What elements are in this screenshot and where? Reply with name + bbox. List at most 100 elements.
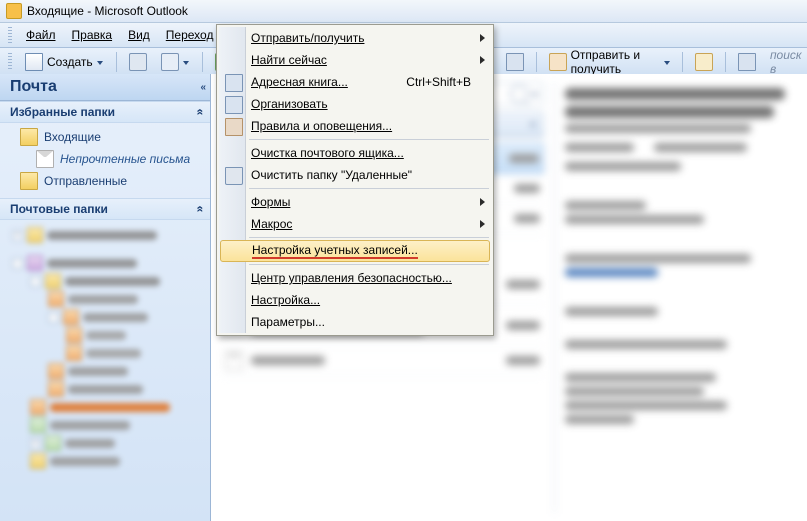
trash-icon (225, 167, 243, 185)
menu-trust-center[interactable]: Центр управления безопасностью... (219, 267, 491, 289)
sidebar-item-label: Отправленные (44, 174, 127, 188)
envelope-icon (695, 53, 713, 71)
title-bar: Входящие - Microsoft Outlook (0, 0, 807, 23)
sidebar-item-unread[interactable]: Непрочтенные письма (0, 148, 210, 170)
toolbar-separator (725, 52, 726, 72)
menu-account-settings[interactable]: Настройка учетных записей... (220, 240, 490, 262)
menu-file[interactable]: Файл (18, 26, 64, 44)
section-chevron-icon: « (194, 109, 208, 116)
dropdown-arrow-icon (530, 121, 537, 128)
menu-trust-center-label: Центр управления безопасностью... (251, 271, 452, 285)
toolbar-separator (202, 52, 203, 72)
menu-find-now-label: Найти сейчас (251, 53, 327, 67)
sidebar-item-inbox[interactable]: Входящие (0, 126, 210, 148)
mail-icon (225, 352, 243, 370)
send-receive-label: Отправить и получить (571, 48, 661, 76)
toolbar-separator (116, 52, 117, 72)
toolbar-right: Отправить и получить поиск в (490, 48, 807, 76)
favorites-section-title[interactable]: Избранные папки « (0, 101, 210, 123)
menu-go[interactable]: Переход (158, 26, 222, 44)
menu-macros-label: Макрос (251, 217, 292, 231)
sidebar-item-label: Непрочтенные письма (60, 152, 190, 166)
menu-customize[interactable]: Настройка... (219, 289, 491, 311)
dropdown-arrow-icon (532, 91, 539, 98)
submenu-arrow-icon (480, 220, 485, 228)
address-book-icon (225, 74, 243, 92)
menu-separator (249, 237, 489, 238)
search-placeholder: поиск в (770, 48, 802, 76)
menu-rules[interactable]: Правила и оповещения... (219, 115, 491, 137)
new-mail-icon (25, 53, 43, 71)
dropdown-arrow-icon (97, 59, 104, 66)
menu-send-receive[interactable]: Отправить/получить (219, 27, 491, 49)
rules-icon (225, 118, 243, 136)
menu-options-label: Параметры... (251, 315, 325, 329)
submenu-arrow-icon (480, 56, 485, 64)
address-book-button[interactable] (733, 51, 761, 73)
sidebar-header: Почта « (0, 74, 210, 101)
favorites-title-label: Избранные папки (10, 105, 115, 119)
menu-forms-label: Формы (251, 195, 290, 209)
address-book-toolbar-button[interactable] (690, 51, 718, 73)
menu-clean-mailbox-label: Очистка почтового ящика... (251, 146, 404, 160)
menu-rules-label: Правила и оповещения... (251, 119, 392, 133)
menu-address-book[interactable]: Адресная книга... Ctrl+Shift+B (219, 71, 491, 93)
menu-address-book-shortcut: Ctrl+Shift+B (406, 75, 471, 89)
dropdown-arrow-icon (664, 59, 670, 66)
menu-separator (249, 139, 489, 140)
menu-account-settings-label: Настройка учетных записей... (252, 243, 418, 259)
print-icon (129, 53, 147, 71)
print-preview-button[interactable] (156, 51, 195, 73)
nav-sidebar: Почта « Избранные папки « Входящие Непро… (0, 74, 211, 521)
book-icon (738, 53, 756, 71)
menu-customize-label: Настройка... (251, 293, 320, 307)
menu-empty-deleted-label: Очистить папку "Удаленные" (251, 168, 412, 182)
window-title: Входящие - Microsoft Outlook (27, 4, 188, 18)
favorites-list: Входящие Непрочтенные письма Отправленны… (0, 123, 210, 198)
toolbar-separator (536, 52, 537, 72)
categorize-button[interactable] (501, 51, 529, 73)
menu-organize[interactable]: Организовать (219, 93, 491, 115)
submenu-arrow-icon (480, 198, 485, 206)
menu-macros[interactable]: Макрос (219, 213, 491, 235)
sidebar-header-label: Почта (10, 78, 57, 96)
mail-icon (36, 150, 54, 168)
menu-send-receive-label: Отправить/получить (251, 31, 364, 45)
section-chevron-icon: « (194, 206, 208, 213)
mail-folders-title-label: Почтовые папки (10, 202, 108, 216)
folder-icon (20, 172, 38, 190)
folder-tree: + - - - + (0, 220, 210, 521)
mail-folders-section-title[interactable]: Почтовые папки « (0, 198, 210, 220)
new-button-label: Создать (47, 55, 93, 69)
menu-organize-label: Организовать (251, 97, 328, 111)
toolbar: Создать Отправить и получить поиск в Отп… (0, 48, 807, 77)
new-button[interactable]: Создать (20, 51, 109, 73)
collapse-chevron-icon[interactable]: « (200, 82, 204, 93)
dropdown-arrow-icon (183, 59, 190, 66)
list-item[interactable] (221, 346, 544, 376)
toolbar-separator (682, 52, 683, 72)
menu-find-now[interactable]: Найти сейчас (219, 49, 491, 71)
menu-forms[interactable]: Формы (219, 191, 491, 213)
menu-edit[interactable]: Правка (64, 26, 121, 44)
organize-icon (225, 96, 243, 114)
tools-menu-dropdown: Отправить/получить Найти сейчас Адресная… (216, 24, 494, 336)
menu-options[interactable]: Параметры... (219, 311, 491, 333)
toolbar-grip (8, 53, 12, 71)
print-button[interactable] (124, 51, 152, 73)
sidebar-item-sent[interactable]: Отправленные (0, 170, 210, 192)
print-preview-icon (161, 53, 179, 71)
search-icon (510, 85, 528, 103)
sidebar-item-label: Входящие (44, 130, 101, 144)
menu-separator (249, 188, 489, 189)
menu-view[interactable]: Вид (120, 26, 158, 44)
send-receive-icon (549, 53, 567, 71)
menu-grip (8, 27, 12, 43)
menu-separator (249, 264, 489, 265)
menu-empty-deleted[interactable]: Очистить папку "Удаленные" (219, 164, 491, 186)
menu-clean-mailbox[interactable]: Очистка почтового ящика... (219, 142, 491, 164)
menu-address-book-label: Адресная книга... (251, 75, 348, 89)
folder-icon (20, 128, 38, 146)
submenu-arrow-icon (480, 34, 485, 42)
categorize-icon (506, 53, 524, 71)
